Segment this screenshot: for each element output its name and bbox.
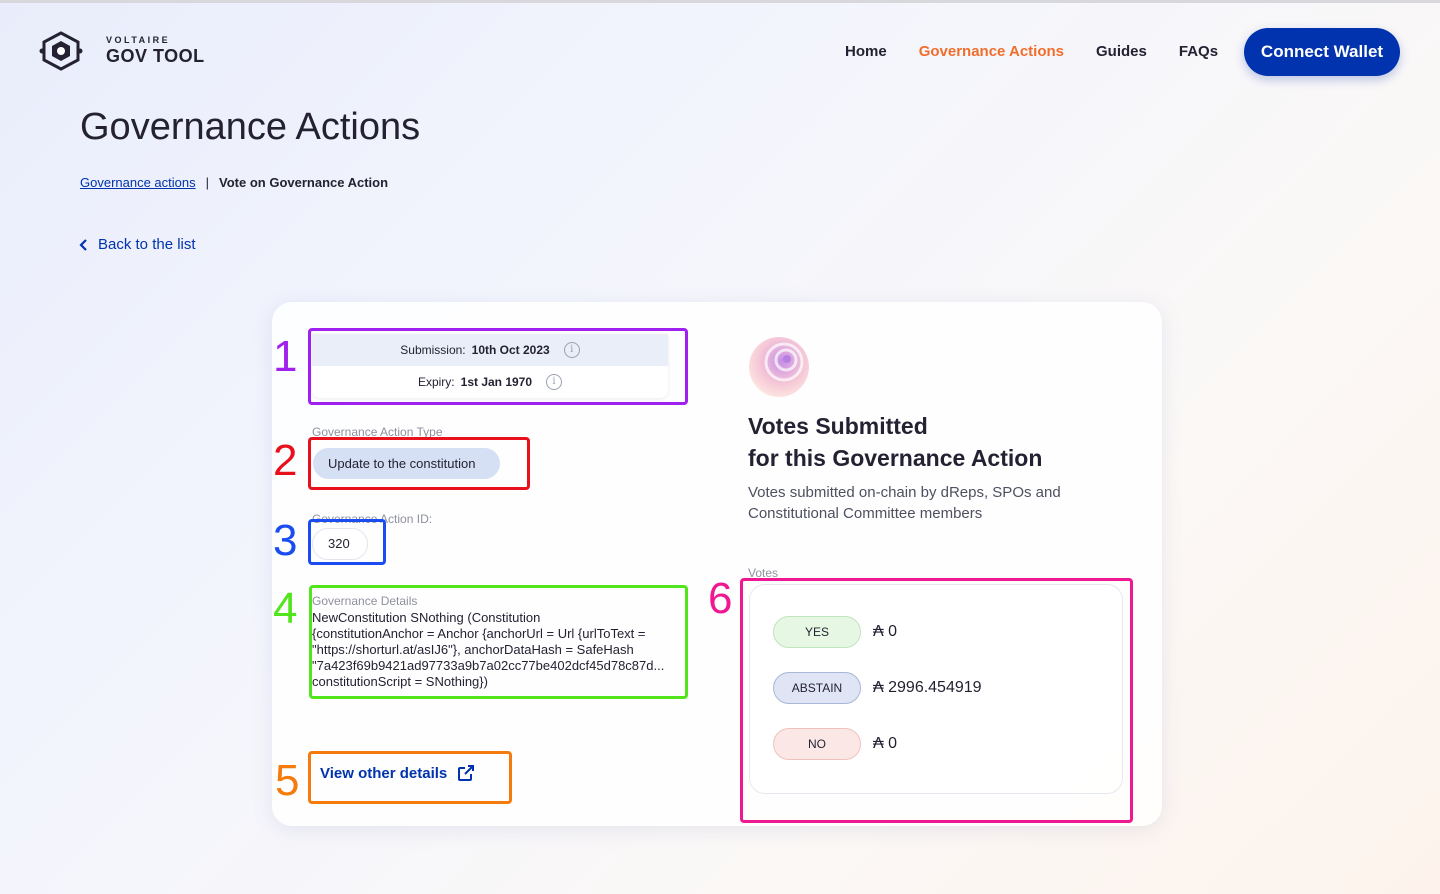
breadcrumb-current: Vote on Governance Action (219, 175, 389, 190)
back-label: Back to the list (98, 236, 196, 253)
votes-illustration-icon (749, 337, 809, 397)
brand-name: GOV TOOL (106, 46, 205, 66)
annotation-box-5 (308, 751, 512, 804)
votes-description: Votes submitted on-chain by dReps, SPOs … (748, 484, 1061, 522)
annotation-box-4 (309, 585, 688, 699)
annotation-box-2 (308, 437, 530, 490)
annotation-number-2: 2 (273, 436, 298, 485)
brand-small: VOLTAIRE (106, 35, 171, 45)
page-title: Governance Actions (80, 106, 421, 148)
nav-guides[interactable]: Guides (1096, 43, 1147, 60)
annotation-number-1: 1 (273, 332, 298, 381)
logo-icon (39, 31, 83, 71)
annotation-box-3 (308, 519, 386, 565)
chevron-left-icon (79, 238, 87, 251)
annotation-box-1 (308, 328, 688, 405)
main-nav: Home Governance Actions Guides FAQs (845, 43, 1218, 60)
breadcrumb-link[interactable]: Governance actions (80, 175, 196, 190)
nav-faqs[interactable]: FAQs (1179, 43, 1218, 60)
votes-title: Votes Submitted for this Governance Acti… (748, 410, 1042, 474)
annotation-box-6 (740, 578, 1133, 823)
annotation-number-6: 6 (708, 574, 733, 623)
logo[interactable]: VOLTAIRE GOV TOOL (38, 30, 205, 72)
connect-wallet-button[interactable]: Connect Wallet (1244, 28, 1400, 76)
breadcrumb: Governance actions | Vote on Governance … (80, 175, 388, 190)
votes-title-line1: Votes Submitted (748, 413, 928, 439)
nav-governance-actions[interactable]: Governance Actions (919, 43, 1064, 60)
back-to-list-link[interactable]: Back to the list (78, 236, 196, 253)
votes-title-line2: for this Governance Action (748, 445, 1043, 471)
top-border (0, 0, 1440, 3)
annotation-number-3: 3 (273, 516, 298, 565)
annotation-number-5: 5 (275, 756, 300, 805)
nav-home[interactable]: Home (845, 43, 887, 60)
breadcrumb-separator: | (205, 175, 210, 190)
annotation-number-4: 4 (273, 584, 298, 633)
